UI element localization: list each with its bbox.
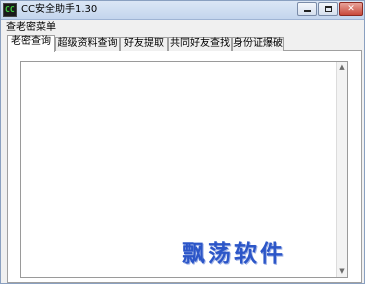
scroll-up-icon[interactable]: ▲ — [337, 62, 347, 73]
watermark-logo: 飘荡软件 — [182, 240, 286, 267]
vertical-scrollbar[interactable]: ▲ ▼ — [336, 62, 347, 277]
tab-old-password-query[interactable]: 老密查询 — [7, 35, 55, 52]
minimize-button[interactable] — [297, 2, 317, 16]
maximize-icon — [325, 6, 332, 12]
close-icon: ✕ — [347, 4, 355, 14]
menu-bar: 查老密菜单 — [3, 21, 59, 34]
maximize-button[interactable] — [318, 2, 338, 16]
menu-item-old-password[interactable]: 查老密菜单 — [3, 22, 59, 33]
minimize-icon — [304, 10, 311, 12]
tab-friend-extract[interactable]: 好友提取 — [120, 37, 168, 51]
tab-id-card-crack[interactable]: 身份证爆破 — [232, 37, 284, 51]
close-button[interactable]: ✕ — [339, 2, 363, 16]
scroll-down-icon[interactable]: ▼ — [337, 266, 347, 277]
app-icon[interactable]: CC — [3, 3, 17, 17]
title-bar[interactable]: CC CC安全助手1.30 ✕ — [1, 1, 364, 20]
tab-mutual-friend-search[interactable]: 共同好友查找 — [168, 37, 232, 51]
app-icon-label: CC — [5, 5, 15, 14]
tab-super-profile-query[interactable]: 超级资料查询 — [55, 37, 120, 51]
window-title: CC安全助手1.30 — [21, 4, 98, 15]
